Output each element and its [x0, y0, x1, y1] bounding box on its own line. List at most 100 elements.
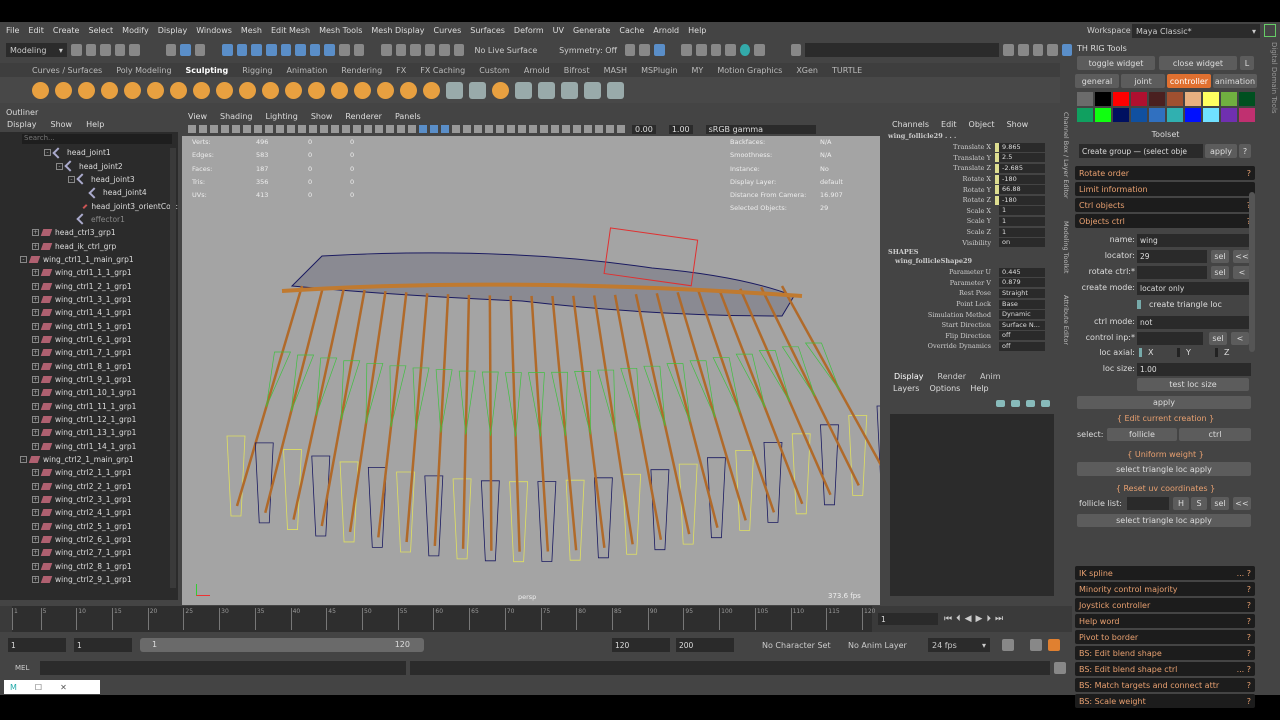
- channel-row[interactable]: Scale Z1: [885, 227, 1058, 238]
- viewport-tool-icon[interactable]: [617, 125, 625, 133]
- expand-toggle-icon[interactable]: [80, 203, 81, 210]
- anim-prefs-icon[interactable]: [1048, 639, 1060, 651]
- shelf-tool-icon[interactable]: [400, 81, 417, 99]
- l-button[interactable]: L: [1240, 56, 1254, 70]
- maximize-icon[interactable]: ☐: [35, 683, 42, 692]
- color-swatch[interactable]: [1239, 92, 1255, 106]
- channel-value[interactable]: -180: [995, 195, 1045, 205]
- move-layer-down-icon[interactable]: [1011, 399, 1020, 407]
- shelf-tab-rigging[interactable]: Rigging: [242, 66, 272, 75]
- expand-toggle-icon[interactable]: +: [32, 509, 39, 517]
- channel-label[interactable]: Scale Z: [885, 228, 995, 236]
- expand-toggle-icon[interactable]: +: [32, 269, 39, 277]
- new-empty-layer-icon[interactable]: [1026, 399, 1035, 407]
- color-swatch[interactable]: [1167, 92, 1183, 106]
- outliner-menu-display[interactable]: Display: [7, 120, 37, 132]
- attribute-editor-icon[interactable]: [1032, 44, 1044, 56]
- expand-toggle-icon[interactable]: +: [32, 522, 39, 530]
- color-swatch[interactable]: [1185, 92, 1201, 106]
- outliner-scrollbar[interactable]: [170, 148, 176, 588]
- channel-label[interactable]: Scale X: [885, 207, 995, 215]
- viewport-tool-icon[interactable]: [265, 125, 273, 133]
- shelf-tool-icon[interactable]: [354, 81, 371, 99]
- menu-arnold[interactable]: Arnold: [653, 26, 679, 35]
- outliner-item[interactable]: - head_joint2: [0, 159, 178, 172]
- outliner-item[interactable]: + wing_ctrl1_13_1_grp1: [0, 426, 178, 439]
- viewport-tool-icon[interactable]: [496, 125, 504, 133]
- render-frame-icon[interactable]: [639, 44, 650, 56]
- viewport-tool-icon[interactable]: [199, 125, 207, 133]
- loc-axis-radio[interactable]: Z: [1215, 348, 1229, 357]
- outliner-item[interactable]: + wing_ctrl2_5_1_grp1: [0, 520, 178, 533]
- channel-label[interactable]: Translate Y: [885, 154, 995, 162]
- symmetry-dropdown[interactable]: Symmetry: Off: [559, 46, 621, 55]
- live-surface-field[interactable]: No Live Surface: [474, 46, 545, 55]
- workspace-dropdown[interactable]: Maya Classic* ▾: [1132, 24, 1260, 38]
- channel-value[interactable]: 0.879: [995, 278, 1045, 288]
- section-header[interactable]: Minority control majority?: [1075, 582, 1255, 596]
- viewport-tool-icon[interactable]: [474, 125, 482, 133]
- viewport-tool-icon[interactable]: [562, 125, 570, 133]
- color-swatch[interactable]: [1167, 108, 1183, 122]
- select-follicle-button[interactable]: follicle: [1107, 428, 1177, 441]
- shelf-tool-icon[interactable]: [193, 81, 210, 99]
- channel-label[interactable]: Parameter U: [885, 268, 995, 276]
- expand-toggle-icon[interactable]: [68, 216, 75, 223]
- close-widget-button[interactable]: close widget: [1159, 56, 1237, 70]
- start-time-field[interactable]: 1: [8, 638, 66, 652]
- render-settings-icon[interactable]: [654, 44, 665, 56]
- tab-general[interactable]: general: [1075, 74, 1119, 88]
- expand-toggle-icon[interactable]: +: [32, 295, 39, 303]
- viewport-menu-view[interactable]: View: [188, 112, 207, 121]
- viewport-tool-icon[interactable]: [364, 125, 372, 133]
- viewport-tool-icon[interactable]: [573, 125, 581, 133]
- shelf-tool-icon[interactable]: [584, 81, 601, 99]
- magnet-icon[interactable]: [380, 44, 392, 56]
- section-help[interactable]: ?: [1247, 649, 1251, 658]
- shape-channel-row[interactable]: Override Dynamics off: [885, 341, 1058, 352]
- menu-display[interactable]: Display: [158, 26, 188, 35]
- channel-row[interactable]: Scale X1: [885, 206, 1058, 217]
- viewport-tool-icon[interactable]: [595, 125, 603, 133]
- shelf-tool-icon[interactable]: [285, 81, 302, 99]
- viewport-tool-icon[interactable]: [375, 125, 383, 133]
- expand-toggle-icon[interactable]: +: [32, 549, 39, 557]
- menu-modify[interactable]: Modify: [122, 26, 149, 35]
- rotate-sel-button[interactable]: sel: [1211, 266, 1229, 279]
- quick-input-field[interactable]: [805, 43, 1000, 57]
- section-help[interactable]: ?: [1247, 601, 1251, 610]
- shelf-tab-fx[interactable]: FX: [396, 66, 406, 75]
- reset-uv-apply-button[interactable]: select triangle loc apply: [1077, 514, 1251, 527]
- lock-selection-icon[interactable]: [338, 44, 350, 56]
- menu-file[interactable]: File: [6, 26, 19, 35]
- viewport-tool-icon[interactable]: [430, 125, 438, 133]
- channel-value[interactable]: Surface N...: [995, 320, 1045, 330]
- end-time-field[interactable]: 200: [676, 638, 734, 652]
- lock-icon[interactable]: [1264, 24, 1276, 37]
- playback-controls[interactable]: ⏮⏴◀▶⏵⏭: [944, 614, 1007, 624]
- outliner-item[interactable]: + wing_ctrl2_4_1_grp1: [0, 506, 178, 519]
- viewport-tool-icon[interactable]: [441, 125, 449, 133]
- ctrl_mode-field[interactable]: not: [1137, 316, 1251, 329]
- shelf-tab-arnold[interactable]: Arnold: [524, 66, 550, 75]
- section-header[interactable]: BS: Scale weight?: [1075, 694, 1255, 708]
- layer-tab-anim[interactable]: Anim: [980, 372, 1001, 384]
- shelf-tool-icon[interactable]: [55, 81, 72, 99]
- outliner-item[interactable]: + wing_ctrl2_3_1_grp1: [0, 493, 178, 506]
- th-scrollbar[interactable]: [1249, 192, 1255, 352]
- locator-field[interactable]: 29: [1137, 250, 1207, 263]
- color-swatch[interactable]: [1239, 108, 1255, 122]
- help-snap-icon[interactable]: [324, 44, 335, 56]
- outliner-item[interactable]: + wing_ctrl2_1_1_grp1: [0, 466, 178, 479]
- toolset-help-button[interactable]: ?: [1239, 144, 1251, 158]
- section-header[interactable]: Ctrl objects?: [1075, 198, 1255, 212]
- shelf-tool-icon[interactable]: [331, 81, 348, 99]
- shelf-tool-icon[interactable]: [78, 81, 95, 99]
- section-help[interactable]: ?: [1247, 681, 1251, 690]
- channel-label[interactable]: Simulation Method: [885, 311, 995, 319]
- outliner-item[interactable]: - wing_ctrl2_1_main_grp1: [0, 453, 178, 466]
- new-layer-icon[interactable]: [1041, 399, 1050, 407]
- shelf-tab-custom[interactable]: Custom: [479, 66, 510, 75]
- menu-edit[interactable]: Edit: [28, 26, 44, 35]
- shelf-tool-icon[interactable]: [239, 81, 256, 99]
